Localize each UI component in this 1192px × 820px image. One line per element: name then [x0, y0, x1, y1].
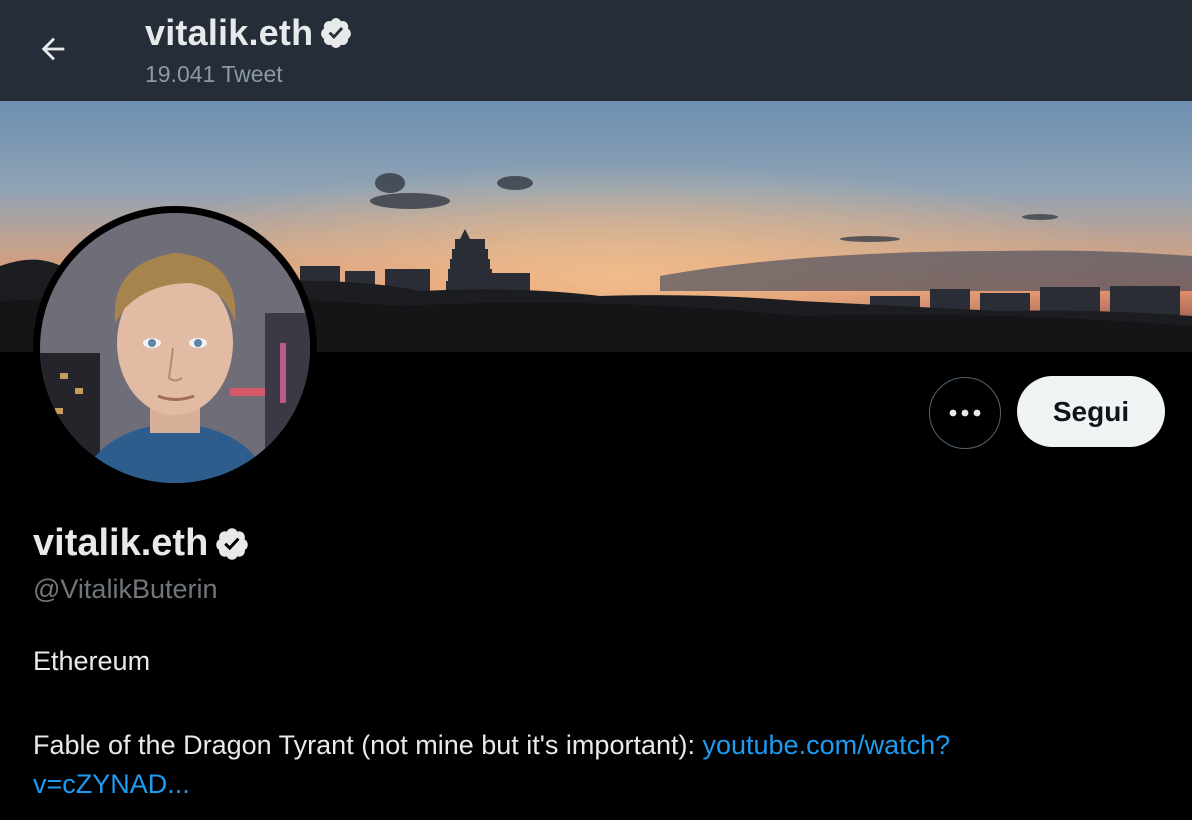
profile-avatar[interactable]: [33, 206, 317, 490]
arrow-left-icon: [41, 37, 65, 61]
verified-badge-icon: [321, 18, 352, 48]
back-button[interactable]: [28, 24, 78, 74]
profile-header-bar: vitalik.eth 19.041 Tweet: [0, 0, 1192, 101]
bio-link-part2: v=cZYNAD...: [33, 769, 190, 799]
avatar-photo: [40, 213, 310, 483]
follow-button[interactable]: Segui: [1017, 376, 1165, 447]
verified-badge-icon: [216, 527, 249, 560]
bio-link-part1: youtube.com/watch?: [702, 730, 951, 760]
profile-display-name: vitalik.eth: [33, 522, 209, 564]
tweet-count: 19.041 Tweet: [145, 61, 283, 87]
bio-first-line: Ethereum: [33, 646, 151, 676]
bio-second-line: Fable of the Dragon Tyrant (not mine but…: [33, 726, 1153, 804]
header-name: vitalik.eth: [145, 12, 314, 53]
profile-handle: @VitalikButerin: [33, 574, 218, 604]
bio-text: Fable of the Dragon Tyrant (not mine but…: [33, 730, 703, 760]
header-title: vitalik.eth: [145, 12, 353, 54]
profile-name: vitalik.eth: [33, 522, 250, 565]
more-options-button[interactable]: [929, 377, 1001, 449]
more-dots-icon: [949, 409, 981, 417]
